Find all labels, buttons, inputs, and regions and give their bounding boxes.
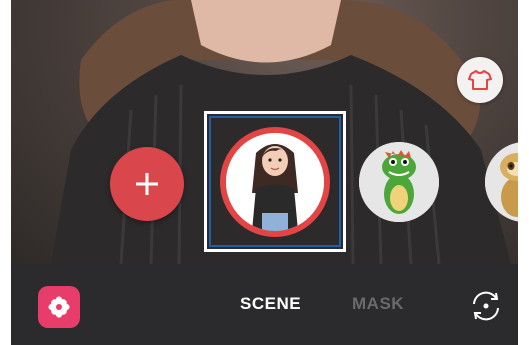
tshirt-icon	[468, 70, 492, 90]
tab-mask[interactable]: MASK	[352, 294, 404, 314]
plus-icon	[136, 173, 158, 195]
stickers-button[interactable]	[38, 286, 80, 328]
camera-viewfinder	[11, 0, 518, 264]
girl-avatar-icon	[226, 133, 324, 231]
tab-scene[interactable]: SCENE	[240, 294, 301, 314]
dinosaur-icon	[359, 142, 439, 222]
dinosaur-emoji[interactable]	[359, 142, 439, 222]
my-emoji-girl[interactable]	[220, 127, 330, 237]
bottom-toolbar: SCENE MASK	[11, 264, 518, 345]
add-emoji-button[interactable]	[110, 147, 184, 221]
switch-camera-icon	[473, 291, 499, 321]
switch-camera-button[interactable]	[466, 286, 506, 326]
flower-icon	[48, 296, 70, 318]
clothing-button[interactable]	[457, 57, 503, 103]
selected-emoji-frame[interactable]	[204, 111, 346, 252]
camera-screen: SCENE MASK	[11, 0, 518, 345]
